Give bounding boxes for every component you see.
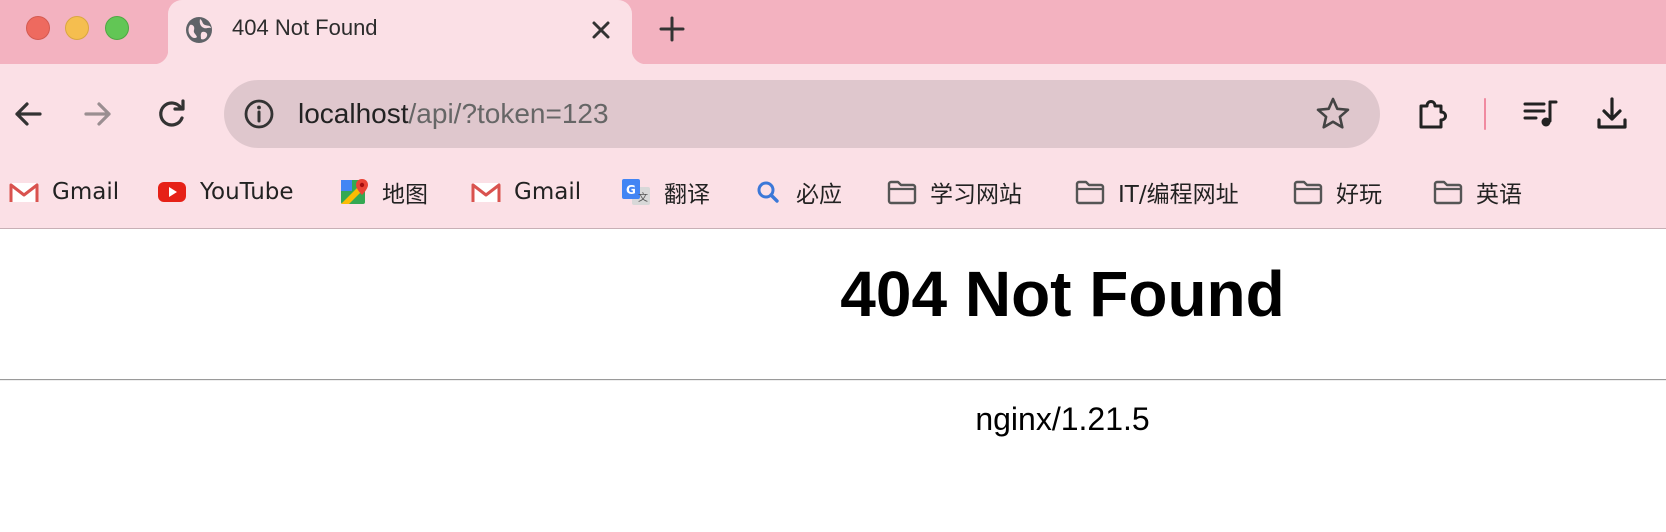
bookmark-maps[interactable]: 地图 bbox=[338, 172, 428, 212]
bookmark-bing[interactable]: 必应 bbox=[752, 172, 842, 212]
folder-icon bbox=[1293, 180, 1323, 205]
browser-toolbar: localhost/api/?token=123 Gmail YouTube 地… bbox=[0, 64, 1666, 228]
close-icon[interactable] bbox=[588, 17, 614, 43]
bookmark-label: Gmail bbox=[514, 179, 582, 205]
address-bar[interactable]: localhost/api/?token=123 bbox=[224, 80, 1380, 148]
tab-active[interactable]: 404 Not Found bbox=[154, 0, 646, 64]
bookmark-label: 翻译 bbox=[664, 182, 710, 208]
bookmark-folder-it[interactable]: IT/编程网址 bbox=[1074, 172, 1239, 212]
translate-icon: G 文 bbox=[622, 179, 650, 205]
svg-text:G: G bbox=[626, 183, 636, 197]
new-tab-button[interactable] bbox=[656, 13, 688, 45]
bookmark-label: IT/编程网址 bbox=[1118, 182, 1239, 208]
bookmark-label: Gmail bbox=[52, 179, 120, 205]
url-host: localhost bbox=[298, 98, 409, 129]
media-playlist-icon[interactable] bbox=[1520, 94, 1560, 134]
bookmark-gmail[interactable]: Gmail bbox=[8, 172, 119, 212]
bookmark-label: 地图 bbox=[382, 182, 428, 208]
url-path: /api/?token=123 bbox=[408, 98, 609, 129]
folder-icon bbox=[1075, 180, 1105, 205]
tab-title: 404 Not Found bbox=[232, 15, 378, 40]
gmail-icon bbox=[9, 183, 39, 202]
gmail-icon bbox=[471, 183, 501, 202]
bookmark-label: 英语 bbox=[1476, 182, 1522, 208]
bookmark-translate[interactable]: G 文 翻译 bbox=[620, 172, 710, 212]
bookmark-label: 好玩 bbox=[1336, 182, 1382, 208]
window-minimize-button[interactable] bbox=[65, 16, 89, 40]
bookmark-label: 必应 bbox=[796, 182, 842, 208]
youtube-icon bbox=[158, 182, 186, 202]
star-icon[interactable] bbox=[1314, 95, 1352, 133]
info-icon[interactable] bbox=[242, 97, 276, 131]
globe-icon bbox=[186, 17, 212, 43]
bookmark-folder-fun[interactable]: 好玩 bbox=[1292, 172, 1382, 212]
toolbar-divider bbox=[1484, 98, 1486, 130]
search-icon bbox=[757, 181, 779, 203]
url-text[interactable]: localhost/api/?token=123 bbox=[298, 98, 609, 130]
back-arrow-icon[interactable] bbox=[10, 96, 46, 132]
bookmark-label: 学习网站 bbox=[930, 182, 1022, 208]
folder-icon bbox=[887, 180, 917, 205]
reload-icon[interactable] bbox=[154, 96, 190, 132]
bookmark-folder-study[interactable]: 学习网站 bbox=[886, 172, 1022, 212]
page-content: 404 Not Found nginx/1.21.5 bbox=[0, 229, 1666, 532]
download-icon[interactable] bbox=[1592, 94, 1632, 134]
bookmark-gmail-2[interactable]: Gmail bbox=[470, 172, 581, 212]
server-signature: nginx/1.21.5 bbox=[975, 401, 1150, 437]
svg-text:文: 文 bbox=[638, 191, 648, 204]
puzzle-icon[interactable] bbox=[1413, 94, 1453, 134]
page-heading: 404 Not Found bbox=[840, 258, 1285, 330]
horizontal-rule bbox=[0, 379, 1666, 381]
forward-arrow-icon[interactable] bbox=[80, 96, 116, 132]
window-close-button[interactable] bbox=[26, 16, 50, 40]
bookmark-youtube[interactable]: YouTube bbox=[156, 172, 294, 212]
bookmarks-bar: Gmail YouTube 地图 Gmail G 文 翻译 必应 学习网站 IT… bbox=[0, 164, 1666, 228]
bookmark-label: YouTube bbox=[200, 179, 294, 205]
maps-icon bbox=[341, 179, 368, 204]
folder-icon bbox=[1433, 180, 1463, 205]
window-maximize-button[interactable] bbox=[105, 16, 129, 40]
bookmark-folder-english[interactable]: 英语 bbox=[1432, 172, 1522, 212]
tab-strip: 404 Not Found bbox=[0, 0, 1666, 64]
